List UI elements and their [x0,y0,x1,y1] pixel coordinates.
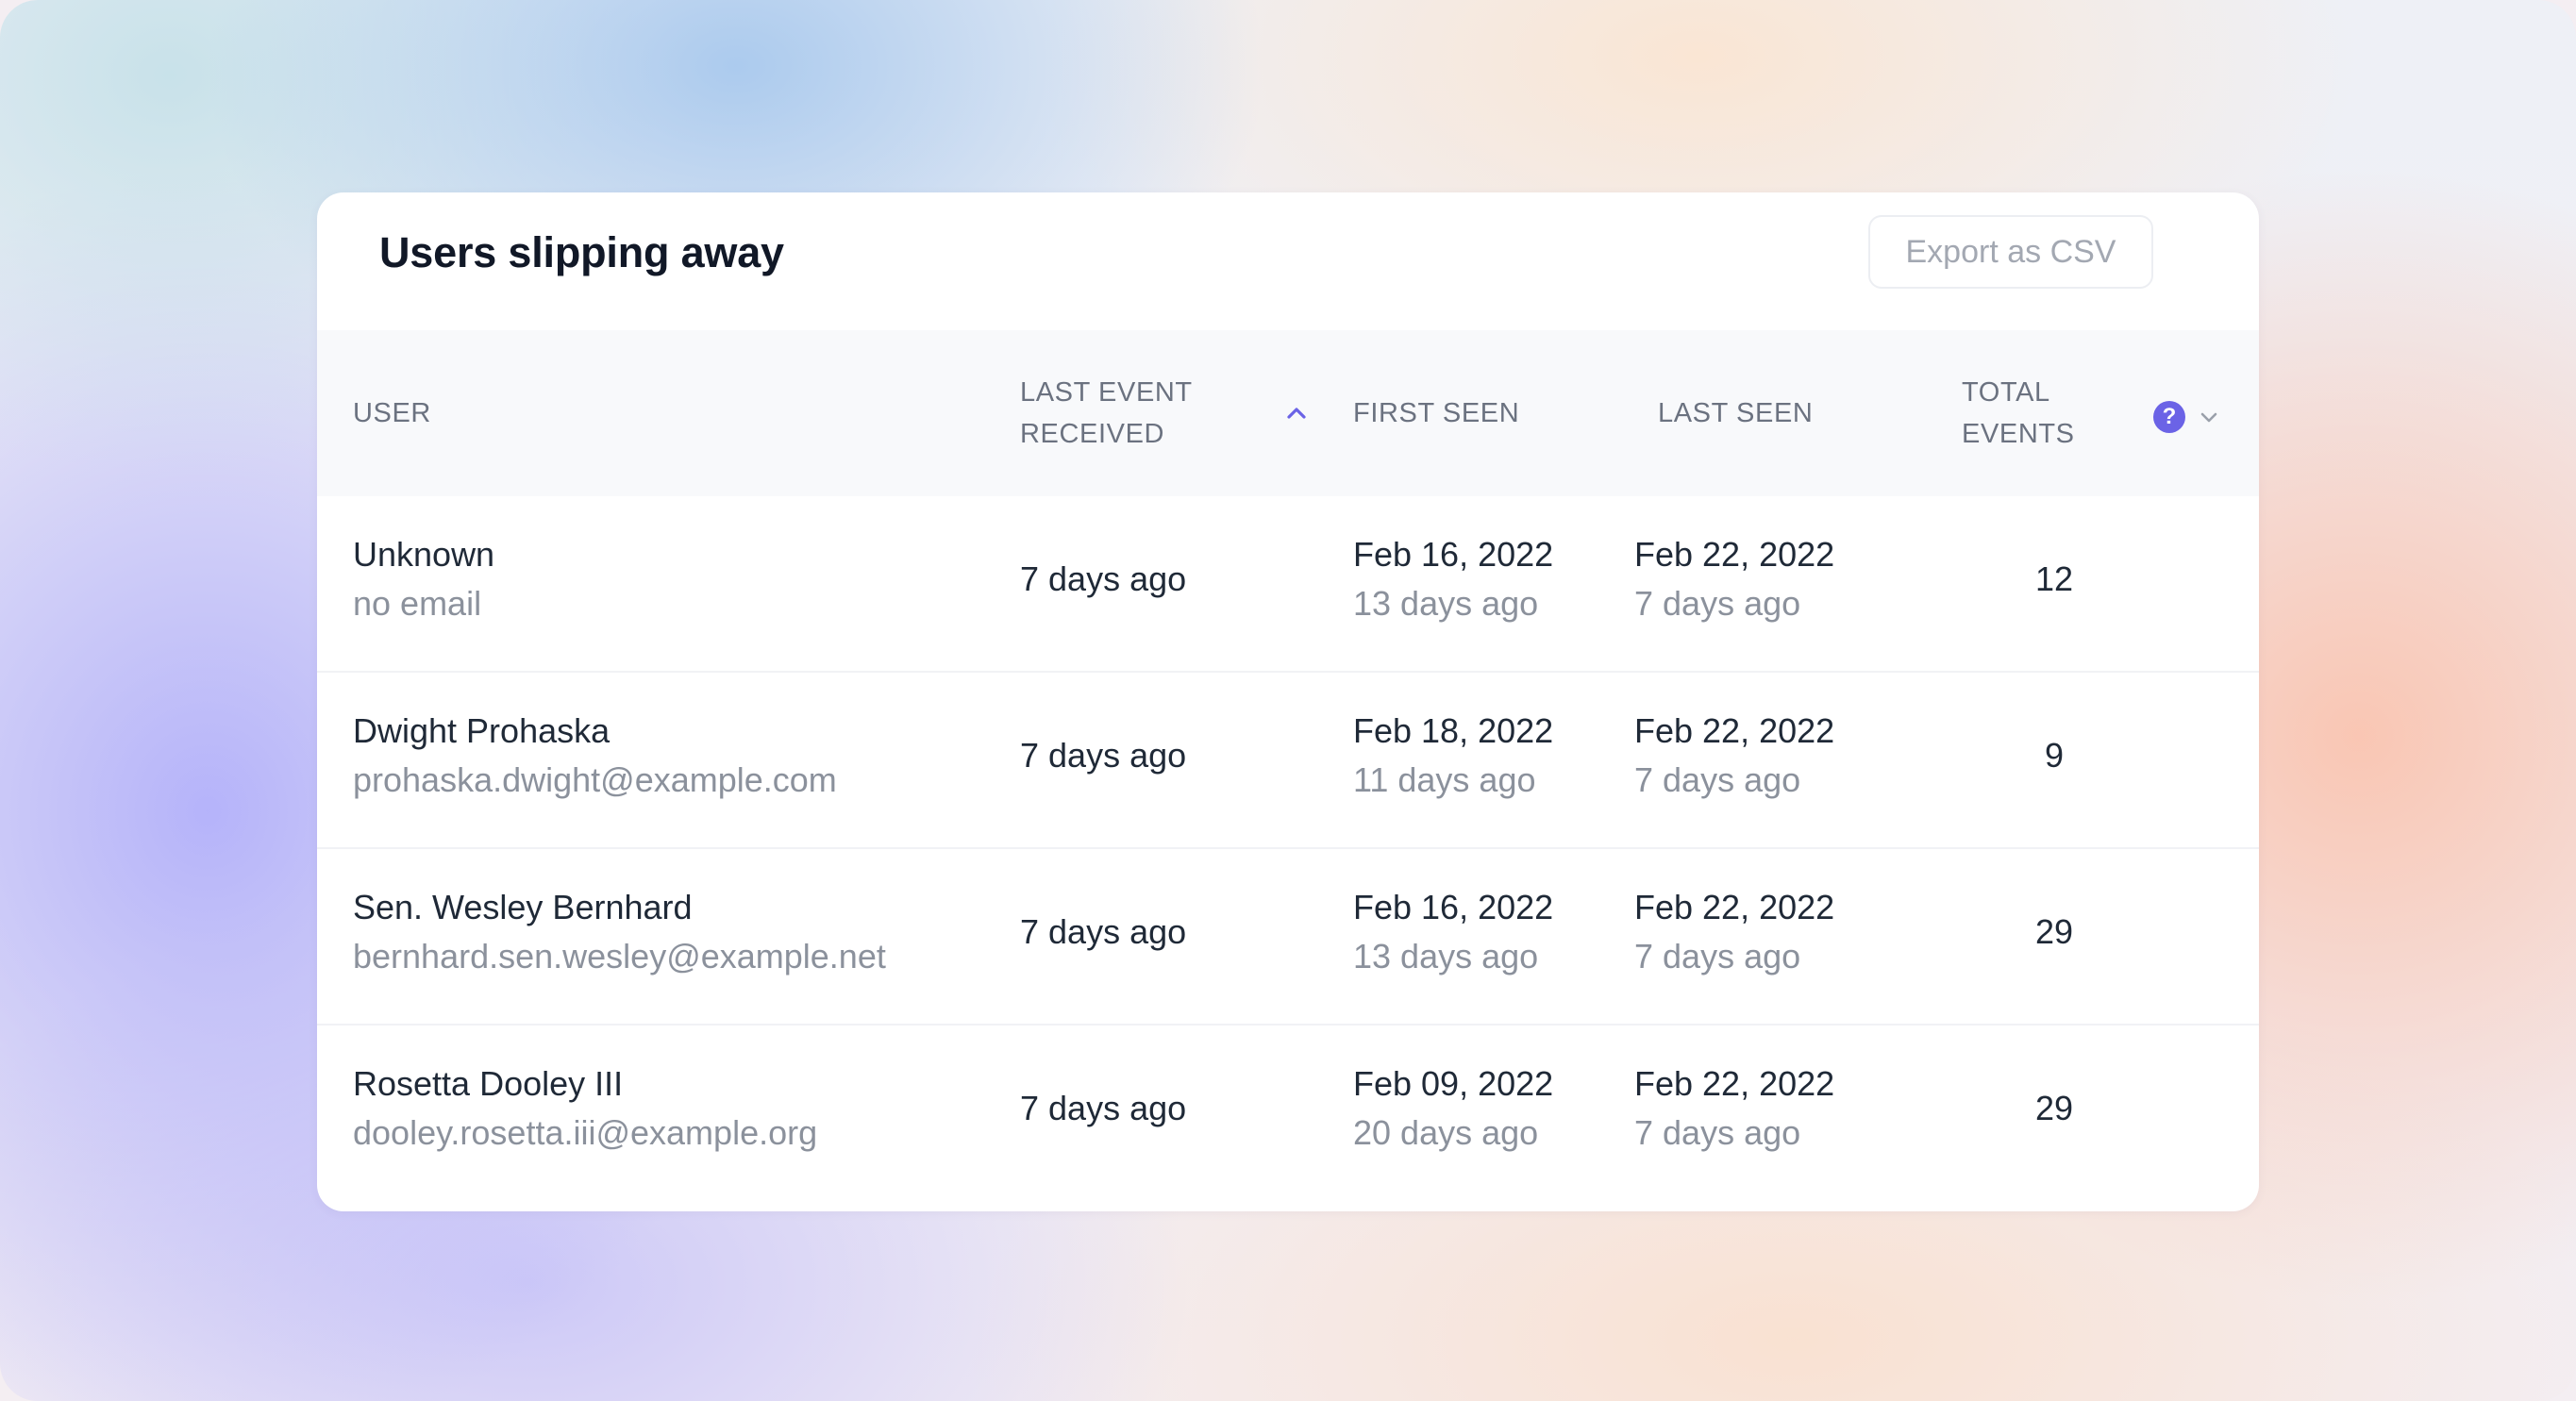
total-events-cell: 9 [2044,736,2065,775]
first-seen-date: Feb 09, 2022 [1353,1064,1554,1103]
user-email: dooley.rosetta.iii@example.org [353,1113,818,1152]
first-seen-date: Feb 18, 2022 [1353,711,1554,750]
last-event-cell: 7 days ago [1020,559,1187,598]
column-header-user[interactable]: USER [353,392,431,434]
chevron-up-icon[interactable] [1285,404,1308,423]
first-seen-date: Feb 16, 2022 [1353,535,1554,574]
column-header-first-seen[interactable]: FIRST SEEN [1353,392,1519,434]
first-seen-cell: Feb 16, 2022 13 days ago [1353,530,1553,628]
last-seen-cell: Feb 22, 2022 7 days ago [1634,707,1834,805]
table-row[interactable]: Rosetta Dooley III dooley.rosetta.iii@ex… [317,1026,2259,1202]
last-event-cell: 7 days ago [1020,736,1187,775]
last-seen-cell: Feb 22, 2022 7 days ago [1634,883,1834,981]
first-seen-cell: Feb 16, 2022 13 days ago [1353,883,1553,981]
user-cell: Unknown no email [353,530,494,628]
question-circle-icon[interactable]: ? [2153,401,2185,433]
user-name: Unknown [353,535,495,574]
total-events-cell: 29 [2034,912,2074,951]
column-header-total-events[interactable]: TOTAL EVENTS [1962,372,2122,455]
user-name: Sen. Wesley Bernhard [353,888,693,926]
last-seen-date: Feb 22, 2022 [1634,711,1835,750]
column-header-last-event[interactable]: LAST EVENT RECEIVED [1020,372,1228,455]
user-name: Dwight Prohaska [353,711,611,750]
first-seen-relative: 20 days ago [1353,1113,1539,1152]
last-seen-relative: 7 days ago [1634,760,1801,799]
last-seen-relative: 7 days ago [1634,1113,1801,1152]
last-seen-relative: 7 days ago [1634,937,1801,976]
first-seen-relative: 13 days ago [1353,937,1539,976]
user-name: Rosetta Dooley III [353,1064,624,1103]
card-title: Users slipping away [379,228,784,276]
last-seen-date: Feb 22, 2022 [1634,535,1835,574]
export-csv-button[interactable]: Export as CSV [1868,215,2153,289]
chevron-down-icon[interactable] [2199,408,2219,426]
user-email: prohaska.dwight@example.com [353,760,837,799]
first-seen-relative: 13 days ago [1353,584,1539,623]
user-email: bernhard.sen.wesley@example.net [353,937,886,976]
table-body: Unknown no email 7 days ago Feb 16, 2022… [317,496,2259,1202]
column-header-last-seen[interactable]: LAST SEEN [1658,392,1813,434]
table-row[interactable]: Dwight Prohaska prohaska.dwight@example.… [317,673,2259,849]
last-seen-cell: Feb 22, 2022 7 days ago [1634,530,1834,628]
first-seen-cell: Feb 09, 2022 20 days ago [1353,1059,1553,1158]
total-events-cell: 12 [2034,559,2074,598]
last-seen-cell: Feb 22, 2022 7 days ago [1634,1059,1834,1158]
user-cell: Dwight Prohaska prohaska.dwight@example.… [353,707,837,805]
last-event-cell: 7 days ago [1020,912,1187,951]
first-seen-cell: Feb 18, 2022 11 days ago [1353,707,1553,805]
last-seen-relative: 7 days ago [1634,584,1801,623]
first-seen-date: Feb 16, 2022 [1353,888,1554,926]
users-slipping-away-card: Users slipping away Export as CSV USER L… [317,192,2259,1211]
total-events-cell: 29 [2034,1089,2074,1127]
first-seen-relative: 11 days ago [1353,760,1536,799]
card-header: Users slipping away Export as CSV [317,192,2259,330]
last-seen-date: Feb 22, 2022 [1634,888,1835,926]
table-row[interactable]: Sen. Wesley Bernhard bernhard.sen.wesley… [317,849,2259,1026]
user-cell: Rosetta Dooley III dooley.rosetta.iii@ex… [353,1059,817,1158]
last-event-cell: 7 days ago [1020,1089,1187,1127]
table-row[interactable]: Unknown no email 7 days ago Feb 16, 2022… [317,496,2259,673]
user-cell: Sen. Wesley Bernhard bernhard.sen.wesley… [353,883,886,981]
last-seen-date: Feb 22, 2022 [1634,1064,1835,1103]
table-header: USER LAST EVENT RECEIVED FIRST SEEN LAST… [317,330,2259,496]
user-email: no email [353,584,482,623]
